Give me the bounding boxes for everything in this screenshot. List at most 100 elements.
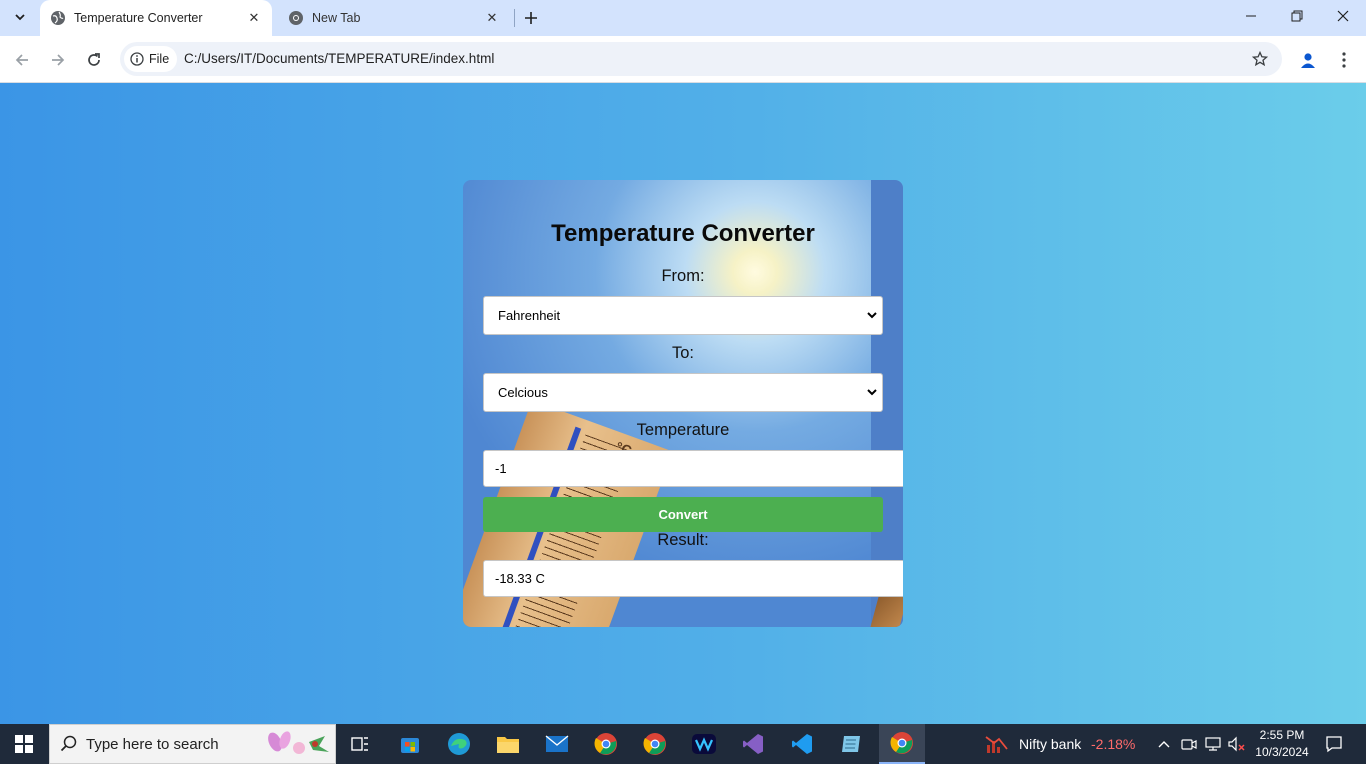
show-hidden-icons-button[interactable] <box>1153 728 1175 760</box>
notes-app-button[interactable] <box>831 728 871 760</box>
meet-now-button[interactable] <box>1178 728 1200 760</box>
arrow-left-icon <box>15 54 28 66</box>
start-button[interactable] <box>0 724 48 764</box>
tab-temperature-converter[interactable]: Temperature Converter ✕ <box>40 0 272 36</box>
webex-button[interactable] <box>684 728 724 760</box>
temperature-input[interactable]: -1 <box>483 450 903 487</box>
webex-icon <box>692 734 716 754</box>
stock-widget-icon[interactable] <box>982 728 1012 760</box>
chrome-profile-button[interactable] <box>586 728 626 760</box>
vscode-button[interactable] <box>782 728 822 760</box>
to-unit-value: Celcious <box>498 385 548 400</box>
task-view-button[interactable] <box>340 728 380 760</box>
result-output[interactable]: -18.33 C <box>483 560 903 597</box>
close-window-button[interactable] <box>1320 0 1366 32</box>
kebab-menu-icon <box>1342 52 1346 68</box>
bookmark-button[interactable] <box>1250 49 1270 69</box>
restore-button[interactable] <box>1274 0 1320 32</box>
browser-tab-strip: Temperature Converter ✕ New Tab ✕ <box>0 0 1366 36</box>
to-label: To: <box>671 344 694 362</box>
notepad-icon <box>842 736 860 752</box>
converter-card: °C Temperature Converter From: Fahrenhei… <box>463 180 903 627</box>
from-label: From: <box>661 267 705 285</box>
chrome-profile-2-button[interactable] <box>635 728 675 760</box>
mail-icon <box>545 735 569 752</box>
notification-icon <box>1326 736 1342 753</box>
reload-button[interactable] <box>80 46 108 74</box>
back-button[interactable] <box>8 46 36 74</box>
network-button[interactable] <box>1202 728 1224 760</box>
microsoft-store-button[interactable] <box>390 728 430 760</box>
chrome-icon <box>594 733 617 755</box>
result-value: -18.33 C <box>495 571 545 586</box>
vscode-icon <box>792 734 812 754</box>
volume-muted-icon <box>1228 736 1245 752</box>
windows-taskbar: Type here to search Nifty bank -2.18% 2:… <box>0 724 1366 764</box>
temperature-value: -1 <box>495 461 507 476</box>
file-explorer-button[interactable] <box>488 728 528 760</box>
convert-button[interactable]: Convert <box>483 497 883 532</box>
taskbar-search[interactable]: Type here to search <box>49 724 336 764</box>
tab-new-tab[interactable]: New Tab ✕ <box>278 0 510 36</box>
globe-icon <box>50 10 66 26</box>
new-tab-button[interactable] <box>518 5 544 31</box>
stock-widget-change: -2.18% <box>1091 736 1136 752</box>
info-icon <box>130 52 144 66</box>
minimize-icon <box>1246 15 1256 17</box>
plus-icon <box>525 12 537 24</box>
visual-studio-icon <box>743 734 763 754</box>
from-unit-select[interactable]: Fahrenheit <box>483 296 883 335</box>
edge-button[interactable] <box>439 728 479 760</box>
site-label: File <box>149 52 170 66</box>
chrome-icon <box>643 733 666 755</box>
chrome-active-button[interactable] <box>879 724 925 764</box>
search-icon <box>60 735 77 752</box>
profile-button[interactable] <box>1294 46 1322 74</box>
page-background: °C Temperature Converter From: Fahrenhei… <box>0 83 1366 724</box>
close-icon[interactable]: ✕ <box>482 8 502 28</box>
reload-icon <box>88 53 100 66</box>
chevron-down-icon <box>867 389 877 396</box>
restore-icon <box>1291 10 1303 22</box>
visual-studio-button[interactable] <box>733 728 773 760</box>
temperature-label: Temperature <box>636 421 730 439</box>
stock-chart-icon <box>985 736 1008 753</box>
avatar-icon <box>1301 53 1315 68</box>
chrome-icon <box>288 10 304 26</box>
clock-time: 2:55 PM <box>1259 728 1305 742</box>
store-icon <box>401 738 419 753</box>
edge-icon <box>448 733 470 755</box>
close-icon[interactable]: ✕ <box>244 8 264 28</box>
mail-button[interactable] <box>537 728 577 760</box>
tab-title: New Tab <box>312 11 361 25</box>
tab-title: Temperature Converter <box>74 11 203 25</box>
clock-date: 10/3/2024 <box>1255 745 1309 759</box>
chevron-down-icon <box>867 312 877 319</box>
to-unit-select[interactable]: Celcious <box>483 373 883 412</box>
browser-menu-button[interactable] <box>1330 46 1358 74</box>
from-unit-value: Fahrenheit <box>498 308 561 323</box>
stock-widget-name[interactable]: Nifty bank <box>1019 724 1081 764</box>
address-bar[interactable]: File C:/Users/IT/Documents/TEMPERATURE/i… <box>120 42 1282 76</box>
forward-button[interactable] <box>44 46 72 74</box>
chevron-up-icon <box>1158 741 1170 748</box>
volume-button[interactable] <box>1226 728 1248 760</box>
page-title: Temperature Converter <box>551 220 815 247</box>
folder-icon <box>497 737 519 753</box>
system-clock[interactable]: 2:55 PM 10/3/2024 <box>1250 727 1314 761</box>
browser-toolbar: File C:/Users/IT/Documents/TEMPERATURE/i… <box>0 36 1366 83</box>
chrome-icon <box>890 732 913 754</box>
close-icon <box>1337 10 1349 22</box>
site-info-chip[interactable]: File <box>124 46 178 72</box>
search-placeholder: Type here to search <box>86 735 219 753</box>
network-icon <box>1205 737 1221 751</box>
windows-logo-icon <box>15 735 33 753</box>
minimize-button[interactable] <box>1228 0 1274 32</box>
tab-divider <box>514 9 515 27</box>
search-highlight-illustration <box>268 731 329 754</box>
tab-search-button[interactable] <box>6 4 34 30</box>
chevron-down-icon <box>15 14 25 21</box>
arrow-right-icon <box>52 54 65 66</box>
notifications-button[interactable] <box>1318 728 1350 760</box>
url-text[interactable]: C:/Users/IT/Documents/TEMPERATURE/index.… <box>184 51 494 66</box>
